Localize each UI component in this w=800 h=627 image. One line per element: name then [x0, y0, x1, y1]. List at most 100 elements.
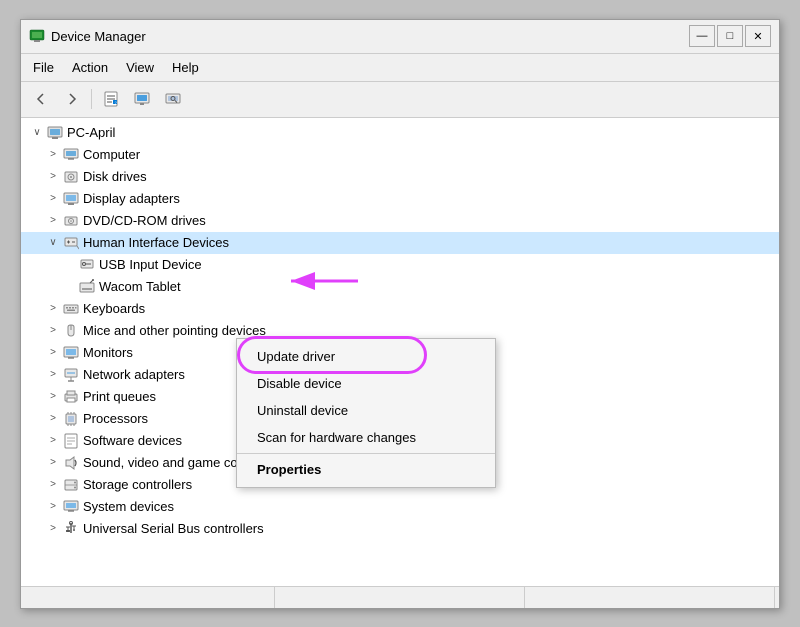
computer-label: Computer	[83, 147, 140, 162]
sound-icon	[63, 455, 79, 471]
network-icon	[63, 367, 79, 383]
expand-monitors[interactable]: >	[45, 345, 61, 361]
properties-label: Properties	[257, 462, 321, 477]
scan-button[interactable]	[159, 86, 187, 112]
update-driver-toolbar-button[interactable]	[128, 86, 156, 112]
maximize-button[interactable]: □	[717, 25, 743, 47]
mice-label: Mice and other pointing devices	[83, 323, 266, 338]
disk-drives-label: Disk drives	[83, 169, 147, 184]
expand-network[interactable]: >	[45, 367, 61, 383]
menu-view[interactable]: View	[118, 57, 162, 78]
tree-usb[interactable]: > Universal Serial Bus controllers	[21, 518, 779, 540]
content-area: ∨ PC-April >	[21, 118, 779, 586]
disable-device-label: Disable device	[257, 376, 342, 391]
expand-storage[interactable]: >	[45, 477, 61, 493]
mouse-icon	[63, 323, 79, 339]
tree-disk-drives[interactable]: > Disk drives	[21, 166, 779, 188]
keyboards-label: Keyboards	[83, 301, 145, 316]
monitors-label: Monitors	[83, 345, 133, 360]
context-menu: Update driver Disable device Uninstall d…	[236, 338, 496, 488]
disk-icon	[63, 169, 79, 185]
expand-system[interactable]: >	[45, 499, 61, 515]
ctx-disable-device[interactable]: Disable device	[237, 370, 495, 397]
tree-computer[interactable]: > Computer	[21, 144, 779, 166]
title-buttons: — □ ✕	[689, 25, 771, 47]
tree-wacom[interactable]: > Wacom Tablet	[21, 276, 779, 298]
expand-dvd[interactable]: >	[45, 213, 61, 229]
device-manager-window: Device Manager — □ ✕ File Action View He…	[20, 19, 780, 609]
title-bar-left: Device Manager	[29, 28, 146, 44]
tree-system[interactable]: > System devices	[21, 496, 779, 518]
display-icon	[63, 191, 79, 207]
keyboard-icon	[63, 301, 79, 317]
print-queues-label: Print queues	[83, 389, 156, 404]
usb-input-label: USB Input Device	[99, 257, 202, 272]
tree-hid[interactable]: ∨ Human Interface Devices	[21, 232, 779, 254]
system-icon	[63, 499, 79, 515]
processors-label: Processors	[83, 411, 148, 426]
status-panel-2	[275, 587, 525, 608]
expand-mice[interactable]: >	[45, 323, 61, 339]
expand-disk[interactable]: >	[45, 169, 61, 185]
back-button[interactable]	[27, 86, 55, 112]
display-adapters-label: Display adapters	[83, 191, 180, 206]
uninstall-device-label: Uninstall device	[257, 403, 348, 418]
tree-display[interactable]: > Display adapters	[21, 188, 779, 210]
system-devices-label: System devices	[83, 499, 174, 514]
tree-keyboards[interactable]: > Keyboards	[21, 298, 779, 320]
expand-keyboards[interactable]: >	[45, 301, 61, 317]
hid-label: Human Interface Devices	[83, 235, 229, 250]
expand-usb[interactable]: >	[45, 521, 61, 537]
menu-action[interactable]: Action	[64, 57, 116, 78]
tree-usb-input[interactable]: > USB Input Device	[21, 254, 779, 276]
menu-help[interactable]: Help	[164, 57, 207, 78]
context-menu-divider	[237, 453, 495, 454]
wacom-label: Wacom Tablet	[99, 279, 181, 294]
network-adapters-label: Network adapters	[83, 367, 185, 382]
software-icon	[63, 433, 79, 449]
expand-display[interactable]: >	[45, 191, 61, 207]
expand-root[interactable]: ∨	[29, 125, 45, 141]
tree-root[interactable]: ∨ PC-April	[21, 122, 779, 144]
expand-software[interactable]: >	[45, 433, 61, 449]
expand-computer[interactable]: >	[45, 147, 61, 163]
close-button[interactable]: ✕	[745, 25, 771, 47]
title-bar: Device Manager — □ ✕	[21, 20, 779, 54]
hid-icon	[63, 235, 79, 251]
window-title: Device Manager	[51, 29, 146, 44]
minimize-button[interactable]: —	[689, 25, 715, 47]
tree-dvd[interactable]: > DVD/CD-ROM drives	[21, 210, 779, 232]
scan-hardware-label: Scan for hardware changes	[257, 430, 416, 445]
dvd-label: DVD/CD-ROM drives	[83, 213, 206, 228]
toolbar-separator-1	[91, 89, 92, 109]
menu-bar: File Action View Help	[21, 54, 779, 82]
ctx-scan-hardware[interactable]: Scan for hardware changes	[237, 424, 495, 451]
software-devices-label: Software devices	[83, 433, 182, 448]
usb-input-icon	[79, 257, 95, 273]
device-manager-icon	[29, 28, 45, 44]
status-panel-1	[25, 587, 275, 608]
wacom-icon	[79, 279, 95, 295]
dvd-icon	[63, 213, 79, 229]
expand-sound[interactable]: >	[45, 455, 61, 471]
processors-icon	[63, 411, 79, 427]
monitors-icon	[63, 345, 79, 361]
storage-controllers-label: Storage controllers	[83, 477, 192, 492]
properties-toolbar-button[interactable]: ?	[97, 86, 125, 112]
expand-processors[interactable]: >	[45, 411, 61, 427]
usb-controllers-label: Universal Serial Bus controllers	[83, 521, 264, 536]
toolbar: ?	[21, 82, 779, 118]
update-driver-label: Update driver	[257, 349, 335, 364]
expand-hid[interactable]: ∨	[45, 235, 61, 251]
forward-button[interactable]	[58, 86, 86, 112]
expand-print[interactable]: >	[45, 389, 61, 405]
ctx-update-driver[interactable]: Update driver	[237, 343, 495, 370]
menu-file[interactable]: File	[25, 57, 62, 78]
status-bar	[21, 586, 779, 608]
ctx-properties[interactable]: Properties	[237, 456, 495, 483]
ctx-uninstall-device[interactable]: Uninstall device	[237, 397, 495, 424]
storage-icon	[63, 477, 79, 493]
print-icon	[63, 389, 79, 405]
usb-icon	[63, 521, 79, 537]
status-panel-3	[525, 587, 775, 608]
